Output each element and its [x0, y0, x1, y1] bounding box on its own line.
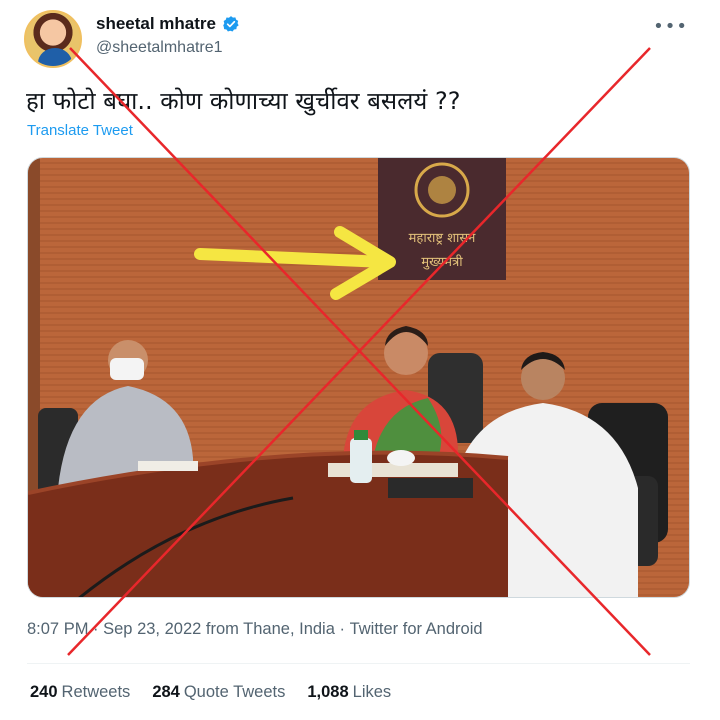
- verified-badge-icon: [223, 16, 239, 32]
- user-name-row: sheetal mhatre: [96, 14, 240, 34]
- retweets-label: Retweets: [61, 683, 131, 701]
- meta-separator: ·: [334, 620, 350, 638]
- sign-line-1: महाराष्ट्र शासन: [409, 231, 476, 246]
- tweet-meta: 8:07 PM · Sep 23, 2022 from Thane, India…: [27, 620, 483, 639]
- user-handle[interactable]: @sheetalmhatre1: [96, 39, 223, 57]
- translate-tweet-link[interactable]: Translate Tweet: [27, 122, 133, 139]
- divider: [27, 663, 690, 664]
- quote-tweets-stat[interactable]: 284 Quote Tweets: [152, 683, 285, 702]
- meta-separator: ·: [88, 620, 104, 638]
- tweet-client[interactable]: Twitter for Android: [350, 620, 483, 639]
- likes-stat[interactable]: 1,088 Likes: [307, 683, 391, 702]
- tweet-time[interactable]: 8:07 PM: [27, 620, 88, 639]
- quote-tweets-count: 284: [152, 683, 180, 701]
- likes-label: Likes: [352, 683, 392, 701]
- meeting-room-photo: महाराष्ट्र शासन मुख्यमंत्री: [28, 158, 689, 597]
- avatar[interactable]: [24, 10, 82, 68]
- tweet-text: हा फोटो बघा.. कोण कोणाच्या खुर्चीवर बसलय…: [26, 87, 461, 115]
- retweets-stat[interactable]: 240 Retweets: [30, 683, 130, 702]
- tweet-stats: 240 Retweets 284 Quote Tweets 1,088 Likes: [30, 683, 391, 702]
- more-dots-icon[interactable]: •••: [653, 16, 688, 37]
- likes-count: 1,088: [307, 683, 349, 701]
- tweet-media-photo[interactable]: महाराष्ट्र शासन मुख्यमंत्री: [27, 157, 690, 598]
- quote-tweets-label: Quote Tweets: [183, 683, 286, 701]
- tweet-date-location[interactable]: Sep 23, 2022 from Thane, India: [103, 620, 335, 639]
- avatar-figure: [38, 48, 72, 66]
- sign-line-2: मुख्यमंत्री: [421, 254, 463, 270]
- display-name[interactable]: sheetal mhatre: [96, 14, 216, 34]
- retweets-count: 240: [30, 683, 58, 701]
